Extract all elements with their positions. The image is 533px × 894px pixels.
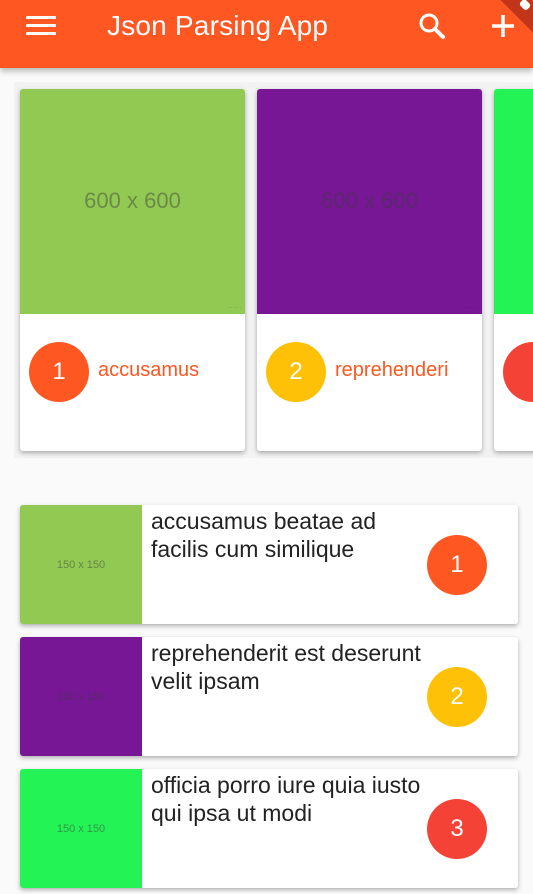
list-item-thumbnail: 150 x 150 <box>20 637 142 756</box>
list-item-thumbnail: 150 x 150 <box>20 505 142 624</box>
card-number-badge <box>503 342 533 402</box>
image-placeholder-text: 600 x 600 <box>321 188 418 213</box>
horizontal-card-list[interactable]: 600 x 600 ········ 1 accusamus 600 x 600… <box>14 82 533 458</box>
list-item-thumbnail: 150 x 150 <box>20 769 142 888</box>
list-item-title: officia porro iure quia iusto qui ipsa u… <box>151 772 421 826</box>
thumbnail-placeholder-text: 150 x 150 <box>56 559 106 571</box>
horizontal-card[interactable] <box>494 89 533 451</box>
image-watermark: ········ <box>227 305 241 311</box>
thumbnail-placeholder-text: 150 x 150 <box>56 823 106 835</box>
list-item-number-badge: 3 <box>427 799 487 859</box>
card-number-badge: 2 <box>266 342 326 402</box>
card-label: reprehenderi <box>335 359 449 381</box>
card-image <box>494 89 533 314</box>
card-image: 600 x 600 ········ <box>257 89 482 314</box>
app-bar: Json Parsing App <box>0 0 533 68</box>
menu-icon <box>16 8 66 48</box>
search-button[interactable] <box>410 6 454 46</box>
list-item-number-badge: 2 <box>427 667 487 727</box>
card-number-badge: 1 <box>29 342 89 402</box>
list-item-title: accusamus beatae ad facilis cum similiqu… <box>151 508 377 562</box>
image-placeholder-text: 600 x 600 <box>84 188 181 213</box>
app-title: Json Parsing App <box>107 10 329 41</box>
search-icon <box>419 13 445 39</box>
image-watermark: ········ <box>464 305 478 311</box>
list-item[interactable]: 150 x 150 accusamus beatae ad facilis cu… <box>20 505 518 624</box>
thumbnail-placeholder-text: 150 x 150 <box>56 691 106 703</box>
list-item[interactable]: 150 x 150 reprehenderit est deserunt vel… <box>20 637 518 756</box>
list-item[interactable]: 150 x 150 officia porro iure quia iusto … <box>20 769 518 888</box>
horizontal-card[interactable]: 600 x 600 ········ 1 accusamus <box>20 89 245 451</box>
menu-button[interactable] <box>16 8 66 48</box>
list-item-title: reprehenderit est deserunt velit ipsam <box>151 640 421 694</box>
card-image: 600 x 600 ········ <box>20 89 245 314</box>
horizontal-card[interactable]: 600 x 600 ········ 2 reprehenderi <box>257 89 482 451</box>
list-item-number-badge: 1 <box>427 535 487 595</box>
card-label: accusamus <box>98 359 200 381</box>
